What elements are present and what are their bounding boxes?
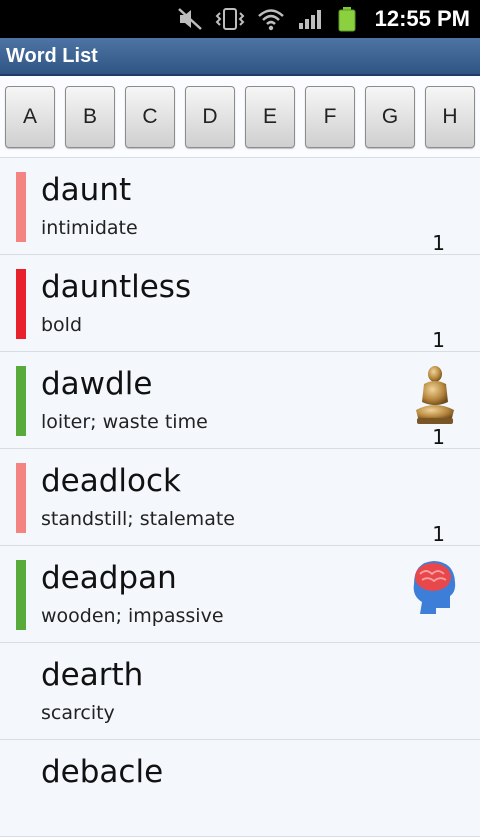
difficulty-color-bar [16,463,26,533]
word-list-item[interactable]: daunt intimidate 1 [0,158,480,255]
word-list[interactable]: daunt intimidate 1 dauntless bold 1 dawdle loit… [0,158,480,837]
word-definition: intimidate [41,217,138,239]
word-definition: bold [41,314,83,336]
wifi-icon [257,7,285,31]
page-title: Word List [6,44,98,67]
letter-button-g[interactable]: G [365,86,415,148]
word-term: dauntless [41,269,192,305]
signal-icon [297,7,325,31]
battery-icon [337,6,357,32]
clock: 12:55 PM [374,6,470,31]
review-count: 1 [432,328,445,352]
difficulty-color-bar [16,172,26,242]
letter-button-h[interactable]: H [425,86,475,148]
letter-button-c[interactable]: C [125,86,175,148]
word-list-item[interactable]: dearth scarcity [0,643,480,740]
word-term: debacle [41,754,164,790]
word-definition: loiter; waste time [41,411,208,433]
mute-icon [177,7,203,31]
word-term: dearth [41,657,144,693]
word-definition: wooden; impassive [41,605,224,627]
letter-button-b[interactable]: B [65,86,115,148]
word-term: deadpan [41,560,177,596]
word-list-item[interactable]: dawdle loiter; waste time 1 [0,352,480,449]
word-list-item[interactable]: deadpan wooden; impassive [0,546,480,643]
review-count: 1 [432,231,445,255]
word-definition: scarcity [41,702,115,724]
word-list-item[interactable]: dauntless bold 1 [0,255,480,352]
vibrate-icon [215,7,245,31]
letter-button-d[interactable]: D [185,86,235,148]
letter-button-e[interactable]: E [245,86,295,148]
letter-button-f[interactable]: F [305,86,355,148]
brain-head-icon [406,558,458,618]
word-term: dawdle [41,366,153,402]
difficulty-color-bar [16,366,26,436]
review-count: 1 [432,522,445,546]
word-definition: standstill; stalemate [41,508,235,530]
word-list-item[interactable]: deadlock standstill; stalemate 1 [0,449,480,546]
status-bar: 12:55 PM [0,0,480,38]
word-term: deadlock [41,463,181,499]
buddha-statue-icon [412,364,458,430]
difficulty-color-bar [16,269,26,339]
word-term: daunt [41,172,132,208]
letter-index-strip[interactable]: ABCDEFGH [0,76,480,158]
title-bar: Word List [0,38,480,76]
letter-button-a[interactable]: A [5,86,55,148]
word-list-item[interactable]: debacle [0,740,480,837]
difficulty-color-bar [16,560,26,630]
